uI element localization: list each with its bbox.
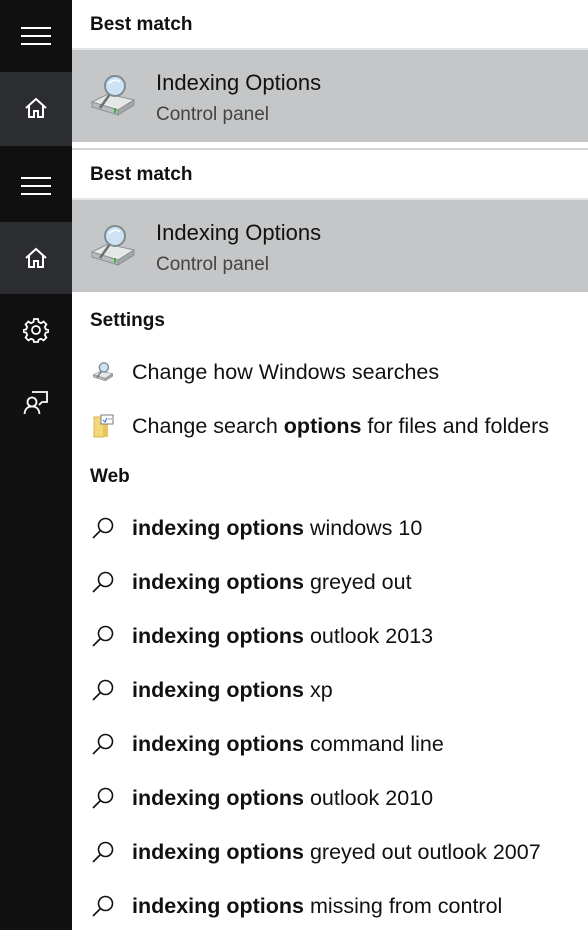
rail-divider — [0, 144, 72, 146]
search-icon — [88, 513, 118, 543]
best-match-result-2[interactable]: Indexing Options Control panel — [72, 198, 588, 292]
search-icon — [88, 567, 118, 597]
settings-result[interactable]: Change search options for files and fold… — [72, 399, 588, 453]
best-match-result[interactable]: Indexing Options Control panel — [72, 48, 588, 142]
suggestion-label: indexing options missing from control — [132, 893, 503, 918]
search-icon — [88, 783, 118, 813]
home-button[interactable] — [0, 72, 72, 144]
suggestion-label: indexing options windows 10 — [132, 515, 423, 540]
web-suggestion[interactable]: indexing options xp — [72, 663, 588, 717]
suggestion-label: indexing options xp — [132, 677, 333, 702]
web-suggestion[interactable]: indexing options windows 10 — [72, 501, 588, 555]
search-icon — [88, 729, 118, 759]
hamburger-menu-icon — [21, 27, 51, 45]
result-subtitle: Control panel — [156, 254, 270, 275]
suggestion-label: indexing options greyed out — [132, 569, 412, 594]
search-icon — [88, 621, 118, 651]
section-header-web: Web — [90, 466, 130, 487]
suggestion-label: indexing options outlook 2013 — [132, 623, 434, 648]
search-icon — [88, 837, 118, 867]
result-label: Change search options for files and fold… — [132, 413, 550, 438]
suggestion-label: indexing options greyed out outlook 2007 — [132, 839, 541, 864]
feedback-icon — [23, 391, 48, 415]
result-subtitle: Control panel — [156, 104, 270, 125]
search-icon — [88, 675, 118, 705]
search-results: Best match Indexing Options Control pane… — [72, 0, 588, 930]
hamburger-menu-icon — [21, 177, 51, 195]
web-suggestion[interactable]: indexing options missing from control — [72, 879, 588, 933]
menu-button[interactable] — [0, 0, 72, 72]
home-icon — [25, 97, 47, 118]
web-suggestion[interactable]: indexing options outlook 2010 — [72, 771, 588, 825]
settings-result[interactable]: Change how Windows searches — [72, 345, 588, 399]
result-title: Indexing Options — [156, 70, 322, 95]
section-header-best-match-2: Best match — [90, 164, 193, 185]
gear-icon — [23, 318, 49, 343]
menu-button-2[interactable] — [0, 150, 72, 222]
suggestion-label: indexing options outlook 2010 — [132, 785, 434, 810]
feedback-button[interactable] — [0, 372, 72, 432]
settings-button[interactable] — [0, 300, 72, 360]
web-suggestion[interactable]: indexing options greyed out — [72, 555, 588, 609]
result-label: Change how Windows searches — [132, 359, 440, 384]
indexing-options-icon — [90, 225, 136, 266]
folder-options-icon — [93, 414, 114, 438]
web-suggestion[interactable]: indexing options outlook 2013 — [72, 609, 588, 663]
section-divider — [72, 148, 588, 150]
web-suggestion[interactable]: indexing options greyed out outlook 2007 — [72, 825, 588, 879]
suggestion-label: indexing options command line — [132, 731, 444, 756]
indexing-options-icon — [90, 75, 136, 116]
indexing-options-icon — [92, 362, 114, 382]
section-header-best-match: Best match — [90, 14, 193, 35]
search-icon — [88, 891, 118, 921]
home-icon — [25, 247, 47, 268]
home-button-2[interactable] — [0, 222, 72, 294]
navigation-rail — [0, 0, 72, 930]
web-suggestion[interactable]: indexing options command line — [72, 717, 588, 771]
section-header-settings: Settings — [90, 310, 165, 331]
result-title: Indexing Options — [156, 220, 322, 245]
